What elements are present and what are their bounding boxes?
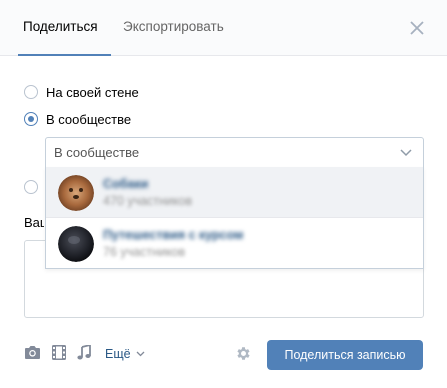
radio-label: На своей стене — [46, 84, 139, 100]
community-avatar — [58, 226, 94, 262]
community-name: Собаки — [103, 177, 149, 191]
radio-label: В сообществе — [46, 111, 132, 127]
community-select[interactable]: В сообществе — [45, 137, 424, 168]
radio-button[interactable] — [24, 85, 38, 99]
tab-export[interactable]: Экспортировать — [123, 19, 224, 34]
dropdown-item[interactable]: Путешествия с курсом 76 участников — [46, 217, 423, 267]
tab-share[interactable]: Поделиться — [23, 19, 98, 34]
community-dropdown: Собаки 470 участников Путешествия с курс… — [45, 167, 424, 269]
community-avatar — [58, 175, 94, 211]
comment-label: Ваш — [24, 215, 44, 230]
community-members: 470 участников — [103, 194, 193, 208]
radio-community[interactable]: В сообществе — [24, 111, 131, 127]
more-label: Ещё — [105, 347, 131, 361]
radio-own-wall[interactable]: На своей стене — [24, 84, 139, 100]
active-tab-indicator — [18, 54, 111, 56]
radio-partially-hidden[interactable] — [24, 179, 38, 195]
more-attachments-button[interactable]: Ещё — [105, 347, 145, 361]
close-icon[interactable] — [408, 19, 426, 37]
radio-button-checked[interactable] — [24, 112, 38, 126]
camera-icon[interactable] — [24, 345, 41, 360]
community-name: Путешествия с курсом — [103, 228, 244, 242]
music-icon[interactable] — [77, 345, 91, 360]
select-value: В сообществе — [54, 145, 140, 160]
chevron-down-icon — [136, 351, 145, 357]
dropdown-item[interactable]: Собаки 470 участников — [46, 167, 423, 217]
gear-icon[interactable] — [235, 345, 252, 362]
video-icon[interactable] — [52, 345, 66, 360]
community-members: 76 участников — [103, 245, 186, 259]
modal-header: Поделиться Экспортировать — [0, 0, 447, 56]
radio-button[interactable] — [24, 180, 38, 194]
share-post-button[interactable]: Поделиться записью — [267, 340, 423, 370]
chevron-down-icon — [400, 149, 412, 157]
